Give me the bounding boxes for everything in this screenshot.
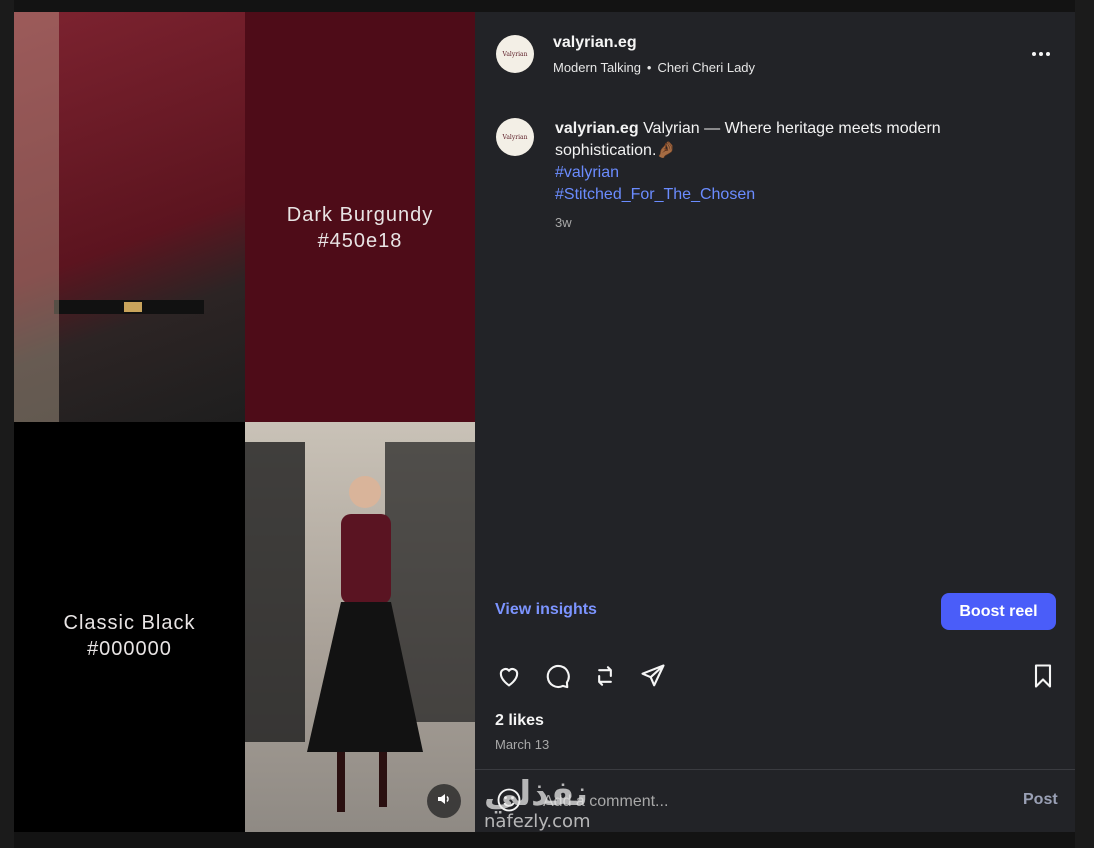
comment-button[interactable]	[541, 660, 573, 692]
swatch-hex: #000000	[87, 638, 172, 660]
model-outfit-photo	[245, 422, 475, 832]
caption-emoji: 🤌🏾	[656, 142, 677, 159]
swatch-name: Dark Burgundy	[286, 204, 434, 226]
more-options-button[interactable]	[1029, 42, 1053, 66]
reel-media[interactable]: Dark Burgundy #450e18 Classic Black #000…	[14, 12, 475, 832]
swatch-hex: #450e18	[317, 230, 403, 252]
more-icon	[1032, 52, 1050, 56]
post-details-panel: Valyrian valyrian.eg Modern Talking • Cher…	[475, 12, 1075, 832]
like-button[interactable]	[493, 660, 525, 692]
site-watermark: نفذلي nafezly.com	[484, 774, 614, 844]
model-illustration	[245, 442, 475, 812]
likes-count[interactable]: 2 likes	[495, 712, 544, 730]
mute-button[interactable]	[427, 784, 461, 818]
watermark-latin: nafezly.com	[484, 811, 591, 832]
save-button[interactable]	[1027, 660, 1059, 692]
share-button[interactable]	[637, 660, 669, 692]
shirt-illustration	[14, 12, 204, 422]
caption-time: 3w	[555, 215, 572, 230]
header-username[interactable]: valyrian.eg	[553, 34, 637, 52]
caption: valyrian.eg Valyrian — Where heritage me…	[555, 118, 1015, 234]
avatar[interactable]: Valyrian	[496, 35, 534, 73]
classic-black-swatch: Classic Black #000000	[14, 422, 245, 832]
action-bar	[475, 652, 1075, 700]
audio-separator: •	[646, 60, 652, 75]
hashtag-link[interactable]: #Stitched_For_The_Chosen	[555, 184, 1015, 206]
volume-icon	[436, 791, 452, 812]
reel-modal: Dark Burgundy #450e18 Classic Black #000…	[14, 12, 1075, 832]
dark-burgundy-swatch: Dark Burgundy #450e18	[245, 12, 475, 422]
audio-track: Cheri Cheri Lady	[657, 60, 756, 75]
audio-artist: Modern Talking	[553, 60, 641, 75]
watermark-arabic: نفذلي	[484, 774, 589, 814]
audio-info[interactable]: Modern Talking • Cheri Cheri Lady	[553, 60, 755, 75]
boost-reel-button[interactable]: Boost reel	[941, 593, 1056, 630]
post-date: March 13	[495, 737, 550, 752]
caption-username[interactable]: valyrian.eg	[555, 120, 639, 137]
share-icon	[641, 664, 665, 687]
hashtag-link[interactable]: #valyrian	[555, 162, 1015, 184]
swatch-name: Classic Black	[63, 612, 196, 634]
repost-icon	[598, 666, 612, 686]
heart-icon	[499, 668, 519, 687]
comment-icon	[546, 664, 570, 689]
post-header: Valyrian valyrian.eg Modern Talking • Cher…	[475, 12, 1075, 98]
view-insights-link[interactable]: View insights	[495, 601, 597, 619]
caption-avatar[interactable]: Valyrian	[496, 118, 534, 156]
bookmark-icon	[1034, 664, 1052, 688]
post-comment-button[interactable]: Post	[1023, 791, 1058, 809]
avatar-logo-text: Valyrian	[502, 133, 528, 141]
repost-button[interactable]	[589, 660, 621, 692]
burgundy-shirt-photo	[14, 12, 245, 422]
avatar-logo-text: Valyrian	[502, 50, 528, 58]
